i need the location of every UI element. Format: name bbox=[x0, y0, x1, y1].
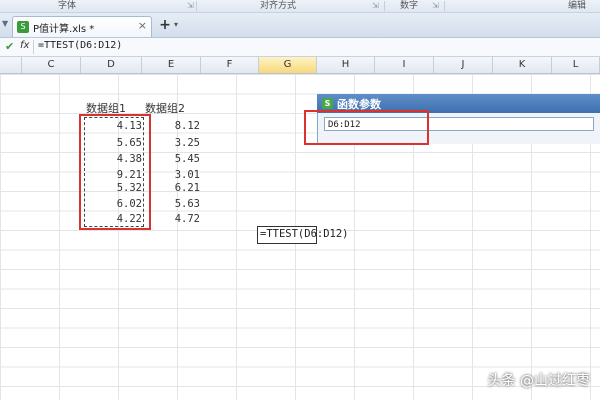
alignment-launcher-icon[interactable]: ⇲ bbox=[372, 1, 379, 11]
column-header-i[interactable]: I bbox=[375, 57, 434, 73]
tab-label: P值计算.xls * bbox=[33, 24, 95, 35]
function-app-icon: S bbox=[322, 98, 333, 109]
ribbon-group-editing: 编辑 bbox=[568, 1, 587, 11]
column-header-h[interactable]: H bbox=[317, 57, 375, 73]
column-header-g[interactable]: G bbox=[259, 57, 317, 73]
active-cell-editor[interactable]: =TTEST(D6:D12) bbox=[257, 226, 349, 244]
ribbon-divider bbox=[196, 1, 197, 11]
cell-e-value[interactable]: 8.12 bbox=[150, 120, 200, 132]
font-launcher-icon[interactable]: ⇲ bbox=[187, 1, 194, 11]
ribbon-group-alignment: 对齐方式 bbox=[260, 1, 297, 11]
formula-bar-divider bbox=[33, 40, 34, 54]
column-header-j[interactable]: J bbox=[434, 57, 493, 73]
highlight-box-group1 bbox=[79, 114, 151, 230]
cell-e-value[interactable]: 3.25 bbox=[150, 137, 200, 149]
cell-e-value[interactable]: 3.01 bbox=[150, 169, 200, 181]
column-header-f[interactable]: F bbox=[201, 57, 259, 73]
new-tab-dropdown-icon[interactable]: ▾ bbox=[174, 20, 178, 29]
ribbon-divider bbox=[384, 1, 385, 11]
ribbon-divider bbox=[444, 1, 445, 11]
formula-input[interactable]: =TTEST(D6:D12) bbox=[38, 40, 122, 51]
cell-e-value[interactable]: 5.45 bbox=[150, 153, 200, 165]
column-header-e[interactable]: E bbox=[142, 57, 201, 73]
cell-e-header[interactable]: 数据组2 bbox=[145, 100, 185, 116]
cell-e-value[interactable]: 6.21 bbox=[150, 182, 200, 194]
column-header-l[interactable]: L bbox=[552, 57, 600, 73]
highlight-box-dialog-input bbox=[304, 110, 429, 145]
active-cell-formula: =TTEST(D6:D12) bbox=[260, 228, 349, 240]
column-header-d[interactable]: D bbox=[81, 57, 142, 73]
confirm-check-icon[interactable]: ✔ bbox=[5, 40, 14, 53]
tab-scroll-left-icon[interactable]: ▼ bbox=[2, 19, 8, 28]
formula-bar: ✔ fx =TTEST(D6:D12) bbox=[0, 38, 600, 57]
cell-e-value[interactable]: 5.63 bbox=[150, 198, 200, 210]
number-launcher-icon[interactable]: ⇲ bbox=[432, 1, 439, 11]
ribbon-group-labels: 字体 ⇲ 对齐方式 ⇲ 数字 ⇲ 编辑 bbox=[0, 0, 600, 13]
column-header-c[interactable]: C bbox=[22, 57, 81, 73]
new-tab-button[interactable]: + bbox=[157, 18, 173, 34]
watermark: 头条 @山过红枣 bbox=[487, 373, 590, 389]
cell-e-value[interactable]: 4.72 bbox=[150, 213, 200, 225]
column-header-k[interactable]: K bbox=[493, 57, 552, 73]
column-header-row: C D E F G H I J K L bbox=[0, 57, 600, 74]
row-header-corner[interactable] bbox=[0, 57, 22, 73]
spreadsheet-file-icon: S bbox=[17, 21, 29, 33]
tab-close-icon[interactable]: × bbox=[138, 19, 147, 32]
ribbon-group-number: 数字 bbox=[400, 1, 419, 11]
document-tab-bar: ▼ S P值计算.xls * × + ▾ bbox=[0, 13, 600, 38]
ribbon-group-font: 字体 bbox=[58, 1, 77, 11]
tab-p-value-xls[interactable]: S P值计算.xls * × bbox=[12, 16, 152, 37]
insert-function-fx-icon[interactable]: fx bbox=[20, 40, 29, 51]
